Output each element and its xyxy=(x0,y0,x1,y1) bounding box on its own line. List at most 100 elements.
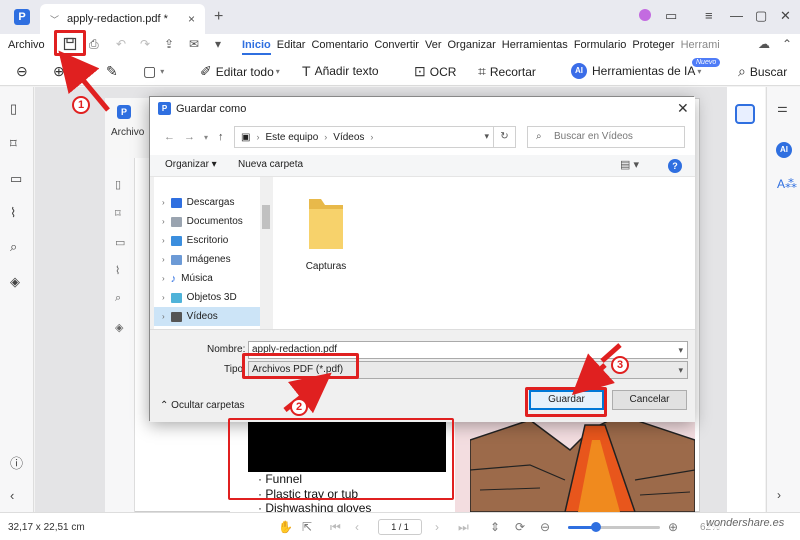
up-folder-icon[interactable]: ↑ xyxy=(218,131,224,143)
highlight-icon[interactable]: ✎ xyxy=(106,63,122,80)
tab-herramientas-ia[interactable]: Herrami xyxy=(681,39,720,55)
add-text-button[interactable]: T Añadir texto xyxy=(302,63,379,79)
tree-item-label: Imágenes xyxy=(186,254,231,265)
menu-archivo[interactable]: Archivo xyxy=(8,39,45,51)
tree-item-escritorio[interactable]: › Escritorio xyxy=(154,231,260,250)
filename-dropdown-icon[interactable]: ▾ xyxy=(678,342,683,358)
collapse-icon[interactable]: ⌃ xyxy=(782,37,792,51)
more-dropdown-icon[interactable]: ▾ xyxy=(215,37,221,51)
tab-organizar[interactable]: Organizar xyxy=(447,39,495,55)
folder-label[interactable]: Capturas xyxy=(305,261,347,272)
tab-convertir[interactable]: Convertir xyxy=(374,39,419,55)
folder-icon[interactable] xyxy=(305,191,347,251)
message-icon[interactable]: ▭ xyxy=(665,8,677,24)
close-tab-icon[interactable]: × xyxy=(188,12,195,26)
prev-page-icon[interactable]: ‹ xyxy=(355,520,359,534)
zoom-in-status-icon[interactable]: ⊕ xyxy=(668,520,678,534)
collapse-right-icon[interactable]: › xyxy=(777,488,781,502)
zoom-slider[interactable] xyxy=(568,522,660,532)
forward-icon[interactable]: → xyxy=(184,131,195,143)
zoom-slider-thumb[interactable] xyxy=(590,522,601,532)
view-options-icon[interactable]: ▤ ▾ xyxy=(620,158,639,171)
chevron-down-icon[interactable]: ﹀ xyxy=(50,13,59,26)
title-bar: P ﹀ apply-redaction.pdf * × + ▭ ≡ — ▢ ✕ xyxy=(0,0,800,34)
ai-assistant-icon[interactable]: AI xyxy=(776,142,792,158)
app-logo-icon: P xyxy=(14,9,30,25)
avatar-icon[interactable] xyxy=(638,8,652,25)
ocr-button[interactable]: ⊡ OCR xyxy=(414,63,456,80)
recent-dropdown-icon[interactable]: ▾ xyxy=(204,133,208,142)
new-folder-button[interactable]: Nueva carpeta xyxy=(238,159,303,170)
panel-toggle-button[interactable] xyxy=(735,104,755,124)
address-dropdown-icon[interactable]: ▾ xyxy=(484,131,489,142)
crop-button[interactable]: ⌗ Recortar xyxy=(478,63,536,80)
tab-formulario[interactable]: Formulario xyxy=(574,39,627,55)
tree-scrollbar-thumb[interactable] xyxy=(262,205,270,229)
dialog-app-icon: P xyxy=(158,102,171,115)
close-window-icon[interactable]: ✕ xyxy=(780,8,791,24)
maximize-icon[interactable]: ▢ xyxy=(755,8,767,24)
first-page-icon[interactable]: ⏮ xyxy=(330,520,341,535)
cancel-button[interactable]: Cancelar xyxy=(612,390,687,410)
filetype-dropdown-icon[interactable]: ▾ xyxy=(678,362,683,378)
shape-icon[interactable]: ▢ ▾ xyxy=(143,63,164,80)
redo-icon[interactable]: ↷ xyxy=(140,37,150,51)
help-icon[interactable]: ⓘ xyxy=(10,453,23,472)
refresh-icon[interactable]: ↻ xyxy=(493,127,515,147)
bookmark-icon[interactable]: ⌑ xyxy=(10,136,17,152)
help-icon[interactable]: ? xyxy=(668,159,682,173)
ai-tools-button[interactable]: AI Herramientas de IA ▾ xyxy=(571,63,701,79)
tree-item-objetos-3d[interactable]: › Objetos 3D xyxy=(154,288,260,307)
tree-scrollbar[interactable] xyxy=(260,177,272,329)
translate-icon[interactable]: A⁂ xyxy=(777,177,797,191)
collapse-left-icon[interactable]: ‹ xyxy=(10,488,14,503)
upload-icon[interactable]: ☁ xyxy=(758,37,770,51)
select-tool-icon[interactable]: ⇱ xyxy=(302,520,312,534)
last-page-icon[interactable]: ⏭ xyxy=(458,520,469,535)
back-icon[interactable]: ← xyxy=(164,131,175,143)
highlight-save-icon xyxy=(54,30,86,56)
tree-item-descargas[interactable]: › Descargas xyxy=(154,193,260,212)
tab-proteger[interactable]: Proteger xyxy=(632,39,674,55)
minimize-icon[interactable]: — xyxy=(730,8,743,23)
undo-icon[interactable]: ↶ xyxy=(116,37,126,51)
edit-all-button[interactable]: ✐ Editar todo ▾ xyxy=(200,63,280,80)
rotate-icon[interactable]: ⟳ xyxy=(515,520,525,534)
share-icon[interactable]: ⇪ xyxy=(164,37,174,51)
tree-item-videos[interactable]: › Vídeos xyxy=(154,307,260,326)
zoom-out-icon[interactable]: ⊖ xyxy=(16,63,32,80)
tab-inicio[interactable]: Inicio xyxy=(242,39,271,55)
mail-icon[interactable]: ✉ xyxy=(189,37,199,51)
comment-icon[interactable]: ▭ xyxy=(10,171,22,187)
tab-editar[interactable]: Editar xyxy=(277,39,306,55)
search-button[interactable]: ⌕ Buscar xyxy=(738,63,787,80)
layers-icon[interactable]: ◈ xyxy=(10,274,20,290)
search-panel-icon[interactable]: ⌕ xyxy=(10,239,17,255)
new-tab-button[interactable]: + xyxy=(214,8,223,26)
next-page-icon[interactable]: › xyxy=(435,520,439,534)
tree-item-musica[interactable]: › ♪ Música xyxy=(154,269,260,288)
print-icon[interactable]: ⎙ xyxy=(89,37,99,52)
tab-comentario[interactable]: Comentario xyxy=(311,39,368,55)
tree-item-documentos[interactable]: › Documentos xyxy=(154,212,260,231)
menu-icon[interactable]: ≡ xyxy=(705,8,713,23)
settings-sliders-icon[interactable]: ⚌ xyxy=(777,101,788,115)
hide-folders-button[interactable]: ⌃ Ocultar carpetas xyxy=(160,400,245,411)
breadcrumb-este-equipo[interactable]: Este equipo xyxy=(265,132,318,143)
page-icon[interactable]: ▯ xyxy=(10,101,17,117)
search-input[interactable]: ⌕ Buscar en Vídeos xyxy=(527,126,685,148)
dialog-title: Guardar como xyxy=(176,103,247,115)
page-number-input[interactable]: 1 / 1 xyxy=(378,519,422,535)
organize-button[interactable]: Organizar ▾ xyxy=(165,159,217,170)
hand-tool-icon[interactable]: ✋ xyxy=(278,520,293,534)
tab-ver[interactable]: Ver xyxy=(425,39,442,55)
zoom-in-icon[interactable]: ⊕ xyxy=(53,63,69,80)
tree-item-imagenes[interactable]: › Imágenes xyxy=(154,250,260,269)
zoom-out-status-icon[interactable]: ⊖ xyxy=(540,520,550,534)
address-bar[interactable]: ▣ › Este equipo › Vídeos › ▾ ↻ xyxy=(234,126,516,148)
fit-page-icon[interactable]: ⇕ xyxy=(490,520,500,534)
breadcrumb-videos[interactable]: Vídeos xyxy=(333,132,364,143)
attachment-icon[interactable]: ⌇ xyxy=(10,205,16,221)
tab-herramientas[interactable]: Herramientas xyxy=(502,39,568,55)
close-dialog-icon[interactable]: ✕ xyxy=(677,100,689,117)
